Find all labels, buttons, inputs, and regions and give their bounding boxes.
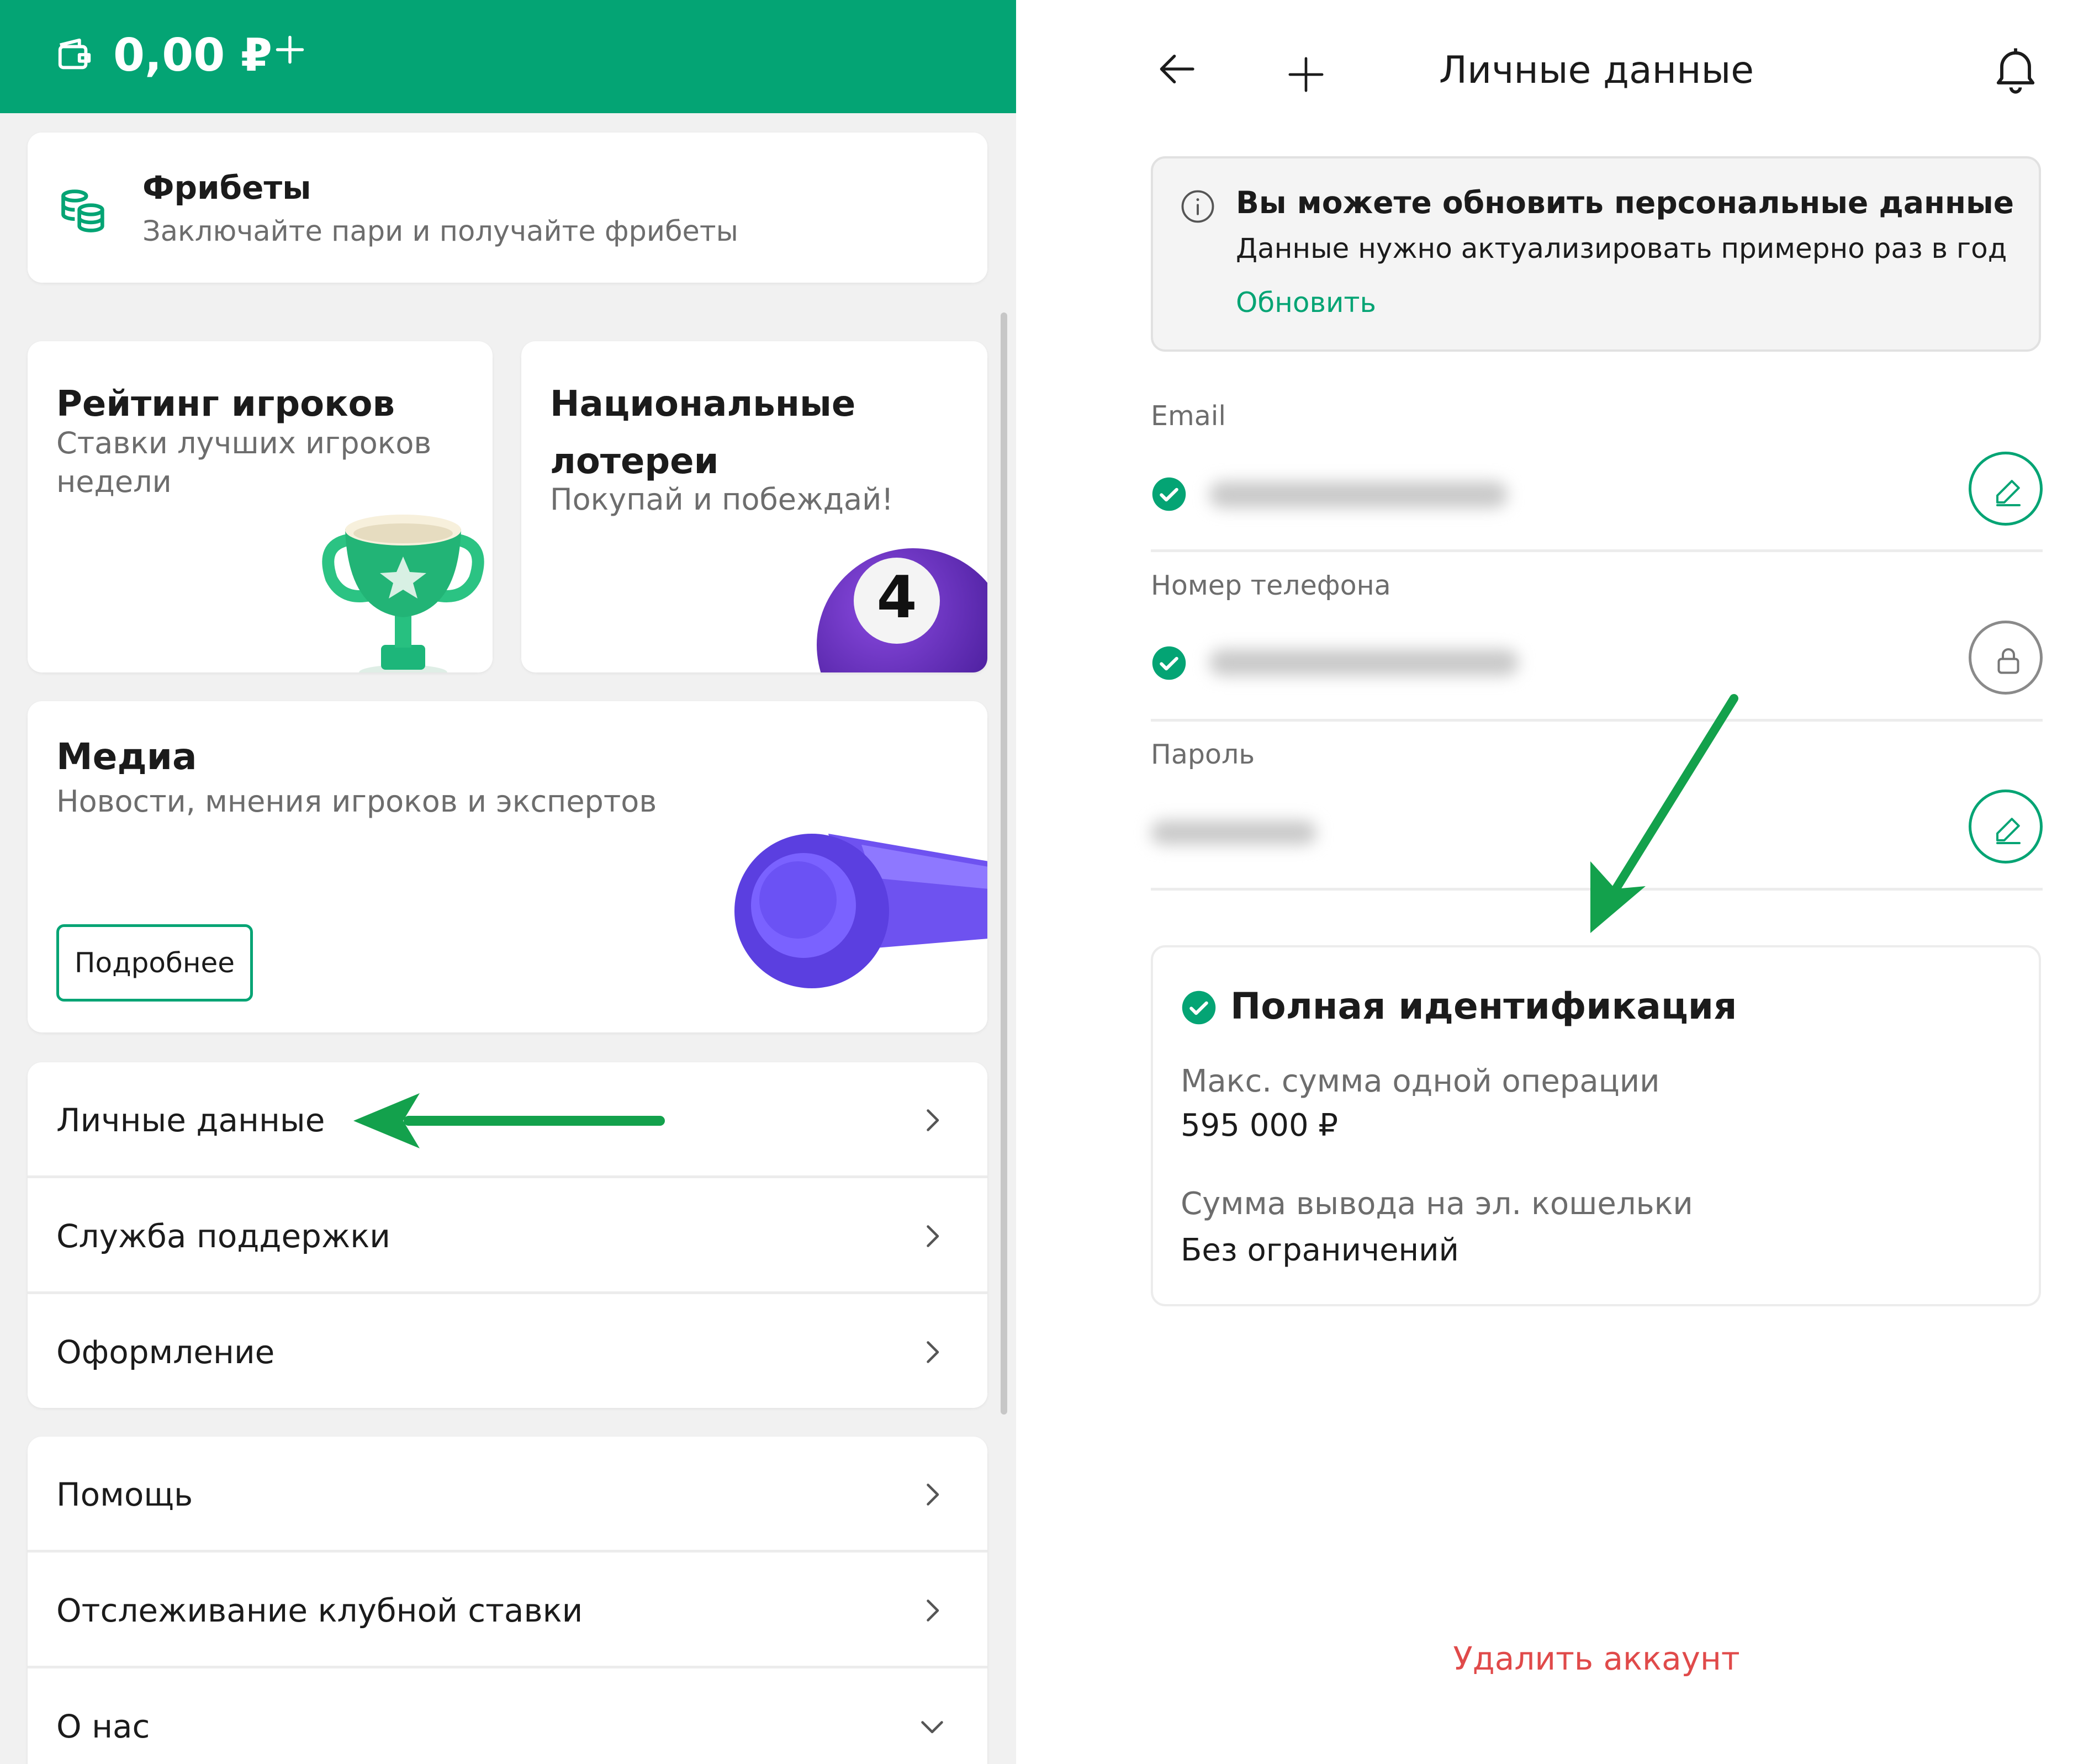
verified-check-icon <box>1152 646 1186 680</box>
annotation-arrow-left <box>353 1093 665 1148</box>
edit-email-button[interactable] <box>1969 452 2043 526</box>
rating-subtitle: Ставки лучших игроков недели <box>56 426 432 499</box>
menu-item-label: Служба поддержки <box>56 1217 390 1255</box>
edit-password-button[interactable] <box>1969 790 2043 864</box>
chevron-right-icon <box>927 1599 939 1622</box>
chevron-right-icon <box>927 1341 939 1363</box>
verified-check-icon <box>1152 477 1186 511</box>
chevron-right-icon <box>927 1484 939 1506</box>
identification-card: Полная идентификация Макс. сумма одной о… <box>1151 945 2041 1306</box>
divider <box>1151 549 2043 552</box>
phone-value-blurred <box>1209 649 1519 676</box>
personal-data-screen: Личные данные Вы можете обновить персона… <box>1099 0 2094 1764</box>
balance-header: 0,00 ₽ <box>0 0 1016 113</box>
page-title: Личные данные <box>1439 49 1754 92</box>
chevron-down-icon <box>921 1721 943 1734</box>
password-value-masked <box>1151 820 1316 845</box>
phone-label: Номер телефона <box>1151 570 1391 601</box>
menu-item-help[interactable]: Помощь <box>28 1437 987 1553</box>
menu-item-appearance[interactable]: Оформление <box>28 1294 987 1408</box>
freebets-card[interactable]: Фрибеты Заключайте пари и получайте фриб… <box>28 133 987 283</box>
menu-item-club-bet-tracking[interactable]: Отслеживание клубной ставки <box>28 1553 987 1668</box>
menu-item-label: Отслеживание клубной ставки <box>56 1592 583 1629</box>
email-value-blurred <box>1209 481 1508 508</box>
lottery-subtitle: Покупай и побеждай! <box>550 482 893 517</box>
freebets-title: Фрибеты <box>142 169 311 206</box>
players-rating-tile[interactable]: Рейтинг игроков Ставки лучших игроков не… <box>28 341 493 672</box>
chevron-right-icon <box>927 1225 939 1247</box>
verified-check-icon <box>1182 990 1216 1025</box>
freebets-subtitle: Заключайте пари и получайте фрибеты <box>142 215 738 248</box>
menu-item-about[interactable]: О нас <box>28 1668 987 1764</box>
pencil-icon <box>1996 480 2021 506</box>
password-label: Пароль <box>1151 739 1255 770</box>
media-card: Медиа Новости, мнения игроков и эксперто… <box>28 701 987 1032</box>
update-data-notice: Вы можете обновить персональные данные Д… <box>1151 156 2041 352</box>
scrollbar[interactable] <box>1001 312 1007 1415</box>
wallet-icon[interactable] <box>55 35 94 74</box>
delete-account-button[interactable]: Удалить аккаунт <box>1099 1640 2094 1677</box>
plus-icon[interactable] <box>273 33 306 66</box>
max-operation-label: Макс. сумма одной операции <box>1181 1063 1660 1099</box>
menu-item-label: Помощь <box>56 1476 193 1513</box>
update-link[interactable]: Обновить <box>1236 287 1376 319</box>
media-subtitle: Новости, мнения игроков и экспертов <box>56 784 657 819</box>
chevron-right-icon <box>927 1109 939 1131</box>
email-label: Email <box>1151 400 1226 432</box>
national-lotteries-tile[interactable]: Национальные лотереи Покупай и побеждай!… <box>521 341 987 672</box>
media-title: Медиа <box>56 735 197 778</box>
ball-number: 4 <box>876 564 917 631</box>
bell-icon[interactable] <box>1988 41 2043 97</box>
max-operation-value: 595 000 ₽ <box>1181 1108 1339 1143</box>
annotation-arrow-down <box>1590 694 1738 933</box>
phone-lock-button[interactable] <box>1969 621 2043 695</box>
withdrawal-value: Без ограничений <box>1181 1232 1459 1268</box>
main-menu-screen: 0,00 ₽ Фрибеты Заключайте пари и получай… <box>0 0 1016 1764</box>
info-icon <box>1181 190 1214 223</box>
balance-amount[interactable]: 0,00 ₽ <box>113 25 272 86</box>
menu-item-label: Личные данные <box>56 1101 325 1139</box>
coins-icon <box>61 189 104 232</box>
trophy-image <box>322 515 484 672</box>
notice-title: Вы можете обновить персональные данные <box>1236 185 2014 220</box>
whistle-image <box>734 834 987 988</box>
info-menu: Помощь Отслеживание клубной ставки О нас <box>28 1437 987 1764</box>
lottery-title: Национальные лотереи <box>550 384 856 482</box>
withdrawal-label: Сумма вывода на эл. кошельки <box>1181 1186 1693 1222</box>
notice-text: Данные нужно актуализировать примерно ра… <box>1236 232 2007 264</box>
menu-item-label: О нас <box>56 1708 150 1745</box>
media-more-button[interactable]: Подробнее <box>56 924 253 1002</box>
menu-item-label: Оформление <box>56 1333 275 1371</box>
identification-title: Полная идентификация <box>1230 985 1737 1027</box>
pencil-icon <box>1996 818 2021 844</box>
lock-icon <box>1997 648 2019 674</box>
menu-item-support[interactable]: Служба поддержки <box>28 1178 987 1294</box>
lottery-ball-image: 4 <box>817 548 987 672</box>
